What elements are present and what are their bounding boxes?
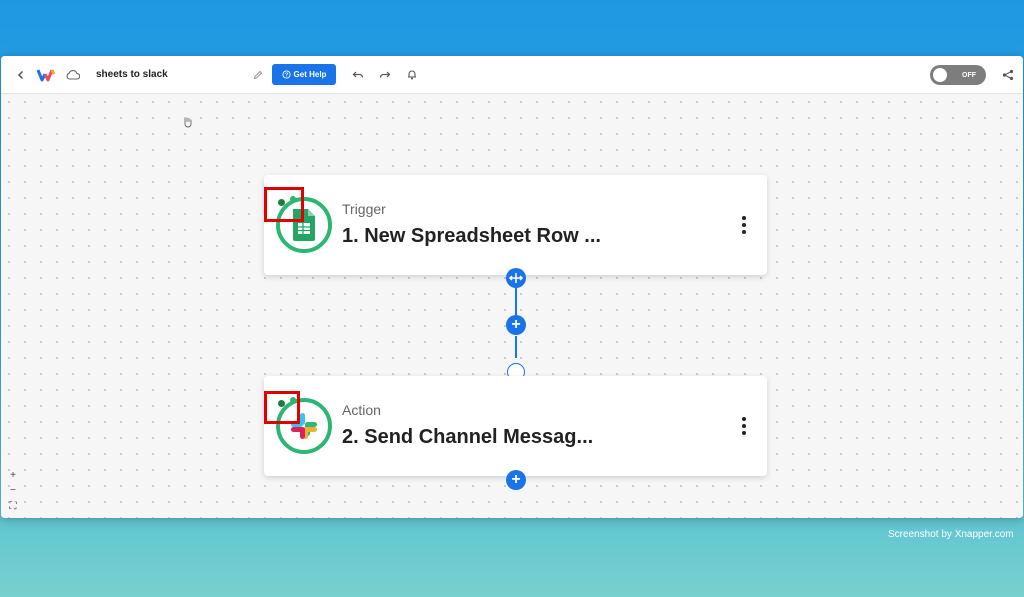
edit-pencil-icon[interactable] xyxy=(250,56,266,93)
svg-text:?: ? xyxy=(284,73,287,79)
connector-line xyxy=(515,336,517,358)
share-icon[interactable] xyxy=(999,56,1017,93)
watermark: Screenshot by Xnapper.com xyxy=(888,529,1014,540)
step-name[interactable]: 2. Send Channel Messag... xyxy=(342,426,593,449)
top-toolbar: sheets to slack ? Get Help OFF xyxy=(1,56,1023,94)
toggle-knob xyxy=(933,68,947,82)
step-connector-handle-icon[interactable] xyxy=(506,268,526,288)
step-type: Trigger xyxy=(342,201,386,217)
get-help-label: Get Help xyxy=(293,70,327,79)
workflow-toggle[interactable]: OFF xyxy=(930,65,986,85)
workflow-canvas[interactable]: Trigger 1. New Spreadsheet Row ... + Act… xyxy=(1,94,1023,518)
toggle-label: OFF xyxy=(962,71,976,79)
back-icon[interactable] xyxy=(13,56,29,93)
cloud-sync-icon[interactable] xyxy=(64,56,82,93)
more-options-icon[interactable] xyxy=(734,215,754,235)
help-icon: ? xyxy=(281,70,291,79)
workflow-title[interactable]: sheets to slack xyxy=(96,56,168,93)
step-type: Action xyxy=(342,402,381,418)
undo-icon[interactable] xyxy=(349,56,367,93)
trigger-step-card[interactable]: Trigger 1. New Spreadsheet Row ... xyxy=(264,175,767,275)
action-step-card[interactable]: Action 2. Send Channel Messag... xyxy=(264,376,767,476)
add-step-button[interactable]: + xyxy=(506,470,526,490)
zoom-out-button[interactable]: − xyxy=(6,485,20,496)
zoom-in-button[interactable]: + xyxy=(6,470,20,481)
app-logo-icon xyxy=(36,56,60,93)
highlight-box xyxy=(264,391,300,424)
redo-icon[interactable] xyxy=(376,56,394,93)
highlight-box xyxy=(264,187,304,222)
app-window: sheets to slack ? Get Help OFF Trigger 1… xyxy=(1,56,1023,518)
bell-icon[interactable] xyxy=(403,56,421,93)
hand-pan-icon[interactable] xyxy=(182,115,194,133)
get-help-button[interactable]: ? Get Help xyxy=(272,64,336,85)
add-step-button[interactable]: + xyxy=(506,315,526,335)
step-name[interactable]: 1. New Spreadsheet Row ... xyxy=(342,225,601,248)
more-options-icon[interactable] xyxy=(734,416,754,436)
fit-view-button[interactable]: ⛶ xyxy=(6,501,20,512)
